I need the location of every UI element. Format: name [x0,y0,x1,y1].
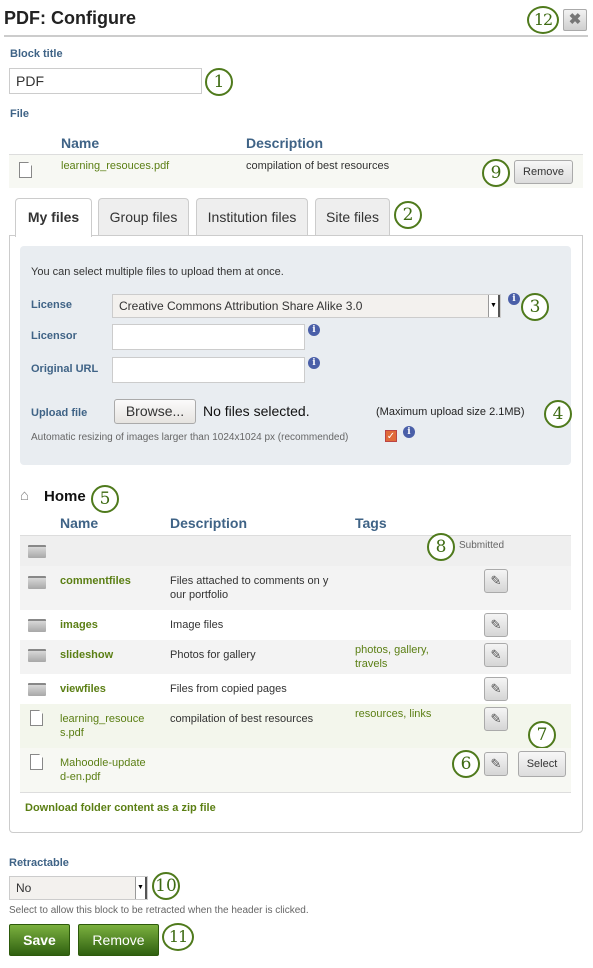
row-description: Image files [170,619,224,631]
folder-icon [28,545,46,558]
block-title-label: Block title [10,48,63,60]
edit-button[interactable]: ✎ [484,677,508,701]
resize-text: Automatic resizing of images larger than… [31,432,349,443]
row-tags-cont[interactable]: travels [355,658,387,670]
title-divider [4,35,588,37]
callout-8: 8 [427,533,455,561]
tab-institution-files[interactable]: Institution files [196,198,308,236]
upload-file-label: Upload file [31,407,88,419]
col-description: Description [170,515,248,531]
folder-icon [28,576,46,589]
remove-file-button[interactable]: Remove [514,160,573,184]
pencil-icon: ✎ [490,647,502,662]
edit-button[interactable]: ✎ [484,643,508,667]
folder-title: Home [44,488,86,505]
file-icon [30,710,43,726]
callout-7: 7 [528,721,556,749]
col-name: Name [60,515,99,531]
pencil-icon: ✎ [490,573,502,588]
tab-my-files[interactable]: My files [15,198,92,237]
submitted-label: Submitted [459,540,505,551]
licensor-info-icon[interactable]: i [308,324,320,336]
resize-checkbox[interactable]: ✓ [385,430,397,442]
row-name[interactable]: commentfiles [60,575,131,587]
callout-4: 4 [544,400,572,428]
license-value: Creative Commons Attribution Share Alike… [119,299,363,313]
row-name[interactable]: viewfiles [60,683,106,695]
selected-file-description: compilation of best resources [246,160,390,172]
chevron-down-icon: ▼ [135,877,147,899]
page-title: PDF: Configure [4,8,136,28]
no-files-text: No files selected. [203,403,310,419]
file-icon [19,162,32,178]
licensor-input[interactable] [112,324,305,350]
retractable-value: No [16,881,32,895]
row-name[interactable]: images [60,619,98,631]
callout-3: 3 [521,293,549,321]
callout-12: 12 [527,6,559,34]
close-icon: ✖ [568,11,582,28]
license-select[interactable]: Creative Commons Attribution Share Alike… [112,294,501,318]
license-label: License [31,299,72,311]
file-col-name: Name [61,135,100,151]
download-zip-link[interactable]: Download folder content as a zip file [25,802,216,814]
edit-button[interactable]: ✎ [484,707,508,731]
home-icon: ⌂ [20,487,30,504]
callout-1: 1 [205,68,233,96]
pencil-icon: ✎ [490,756,502,771]
callout-11: 11 [162,923,194,951]
original-url-input[interactable] [112,357,305,383]
block-title-input[interactable] [9,68,202,94]
col-tags: Tags [355,515,387,531]
original-url-info-icon[interactable]: i [308,357,320,369]
folder-icon [28,683,46,696]
row-description: Files from copied pages [170,683,287,695]
selected-file-name[interactable]: learning_resouces.pdf [61,160,169,172]
edit-button[interactable]: ✎ [484,752,508,776]
upload-intro: You can select multiple files to upload … [31,266,284,278]
tab-group-files[interactable]: Group files [98,198,189,236]
max-upload-size: (Maximum upload size 2.1MB) [376,406,525,418]
select-file-button[interactable]: Select [518,751,566,777]
resize-info-icon[interactable]: i [403,426,415,438]
close-button[interactable]: ✖ [563,9,587,31]
pencil-icon: ✎ [490,681,502,696]
callout-2: 2 [394,201,422,229]
save-button[interactable]: Save [9,924,70,956]
remove-block-button[interactable]: Remove [78,924,159,956]
row-description: compilation of best resources [170,713,314,725]
row-name[interactable]: slideshow [60,649,113,661]
row-name-cont[interactable]: s.pdf [60,727,84,739]
row-tags[interactable]: photos, gallery, [355,644,429,656]
chevron-down-icon: ▼ [488,295,500,317]
license-info-icon[interactable]: i [508,293,520,305]
row-name-cont[interactable]: d-en.pdf [60,771,100,783]
licensor-label: Licensor [31,330,77,342]
file-col-description: Description [246,135,324,151]
row-description-cont: our portfolio [170,589,229,601]
pencil-icon: ✎ [490,617,502,632]
edit-button[interactable]: ✎ [484,613,508,637]
pencil-icon: ✎ [490,711,502,726]
callout-5: 5 [91,485,119,513]
edit-button[interactable]: ✎ [484,569,508,593]
callout-6: 6 [452,750,480,778]
row-tags[interactable]: resources, links [355,708,431,720]
retractable-label: Retractable [9,857,69,869]
browse-button[interactable]: Browse... [114,399,196,424]
callout-9: 9 [482,159,510,187]
folder-icon [28,619,46,632]
row-description: Files attached to comments on y [170,575,329,587]
original-url-label: Original URL [31,363,99,375]
file-label: File [10,108,29,120]
tab-site-files[interactable]: Site files [315,198,390,236]
retractable-select[interactable]: No ▼ [9,876,148,900]
callout-10: 10 [152,872,180,900]
row-description: Photos for gallery [170,649,256,661]
retractable-help: Select to allow this block to be retract… [9,905,309,916]
row-name[interactable]: learning_resouce [60,713,144,725]
file-icon [30,754,43,770]
row-name[interactable]: Mahoodle-update [60,757,146,769]
folder-icon [28,649,46,662]
